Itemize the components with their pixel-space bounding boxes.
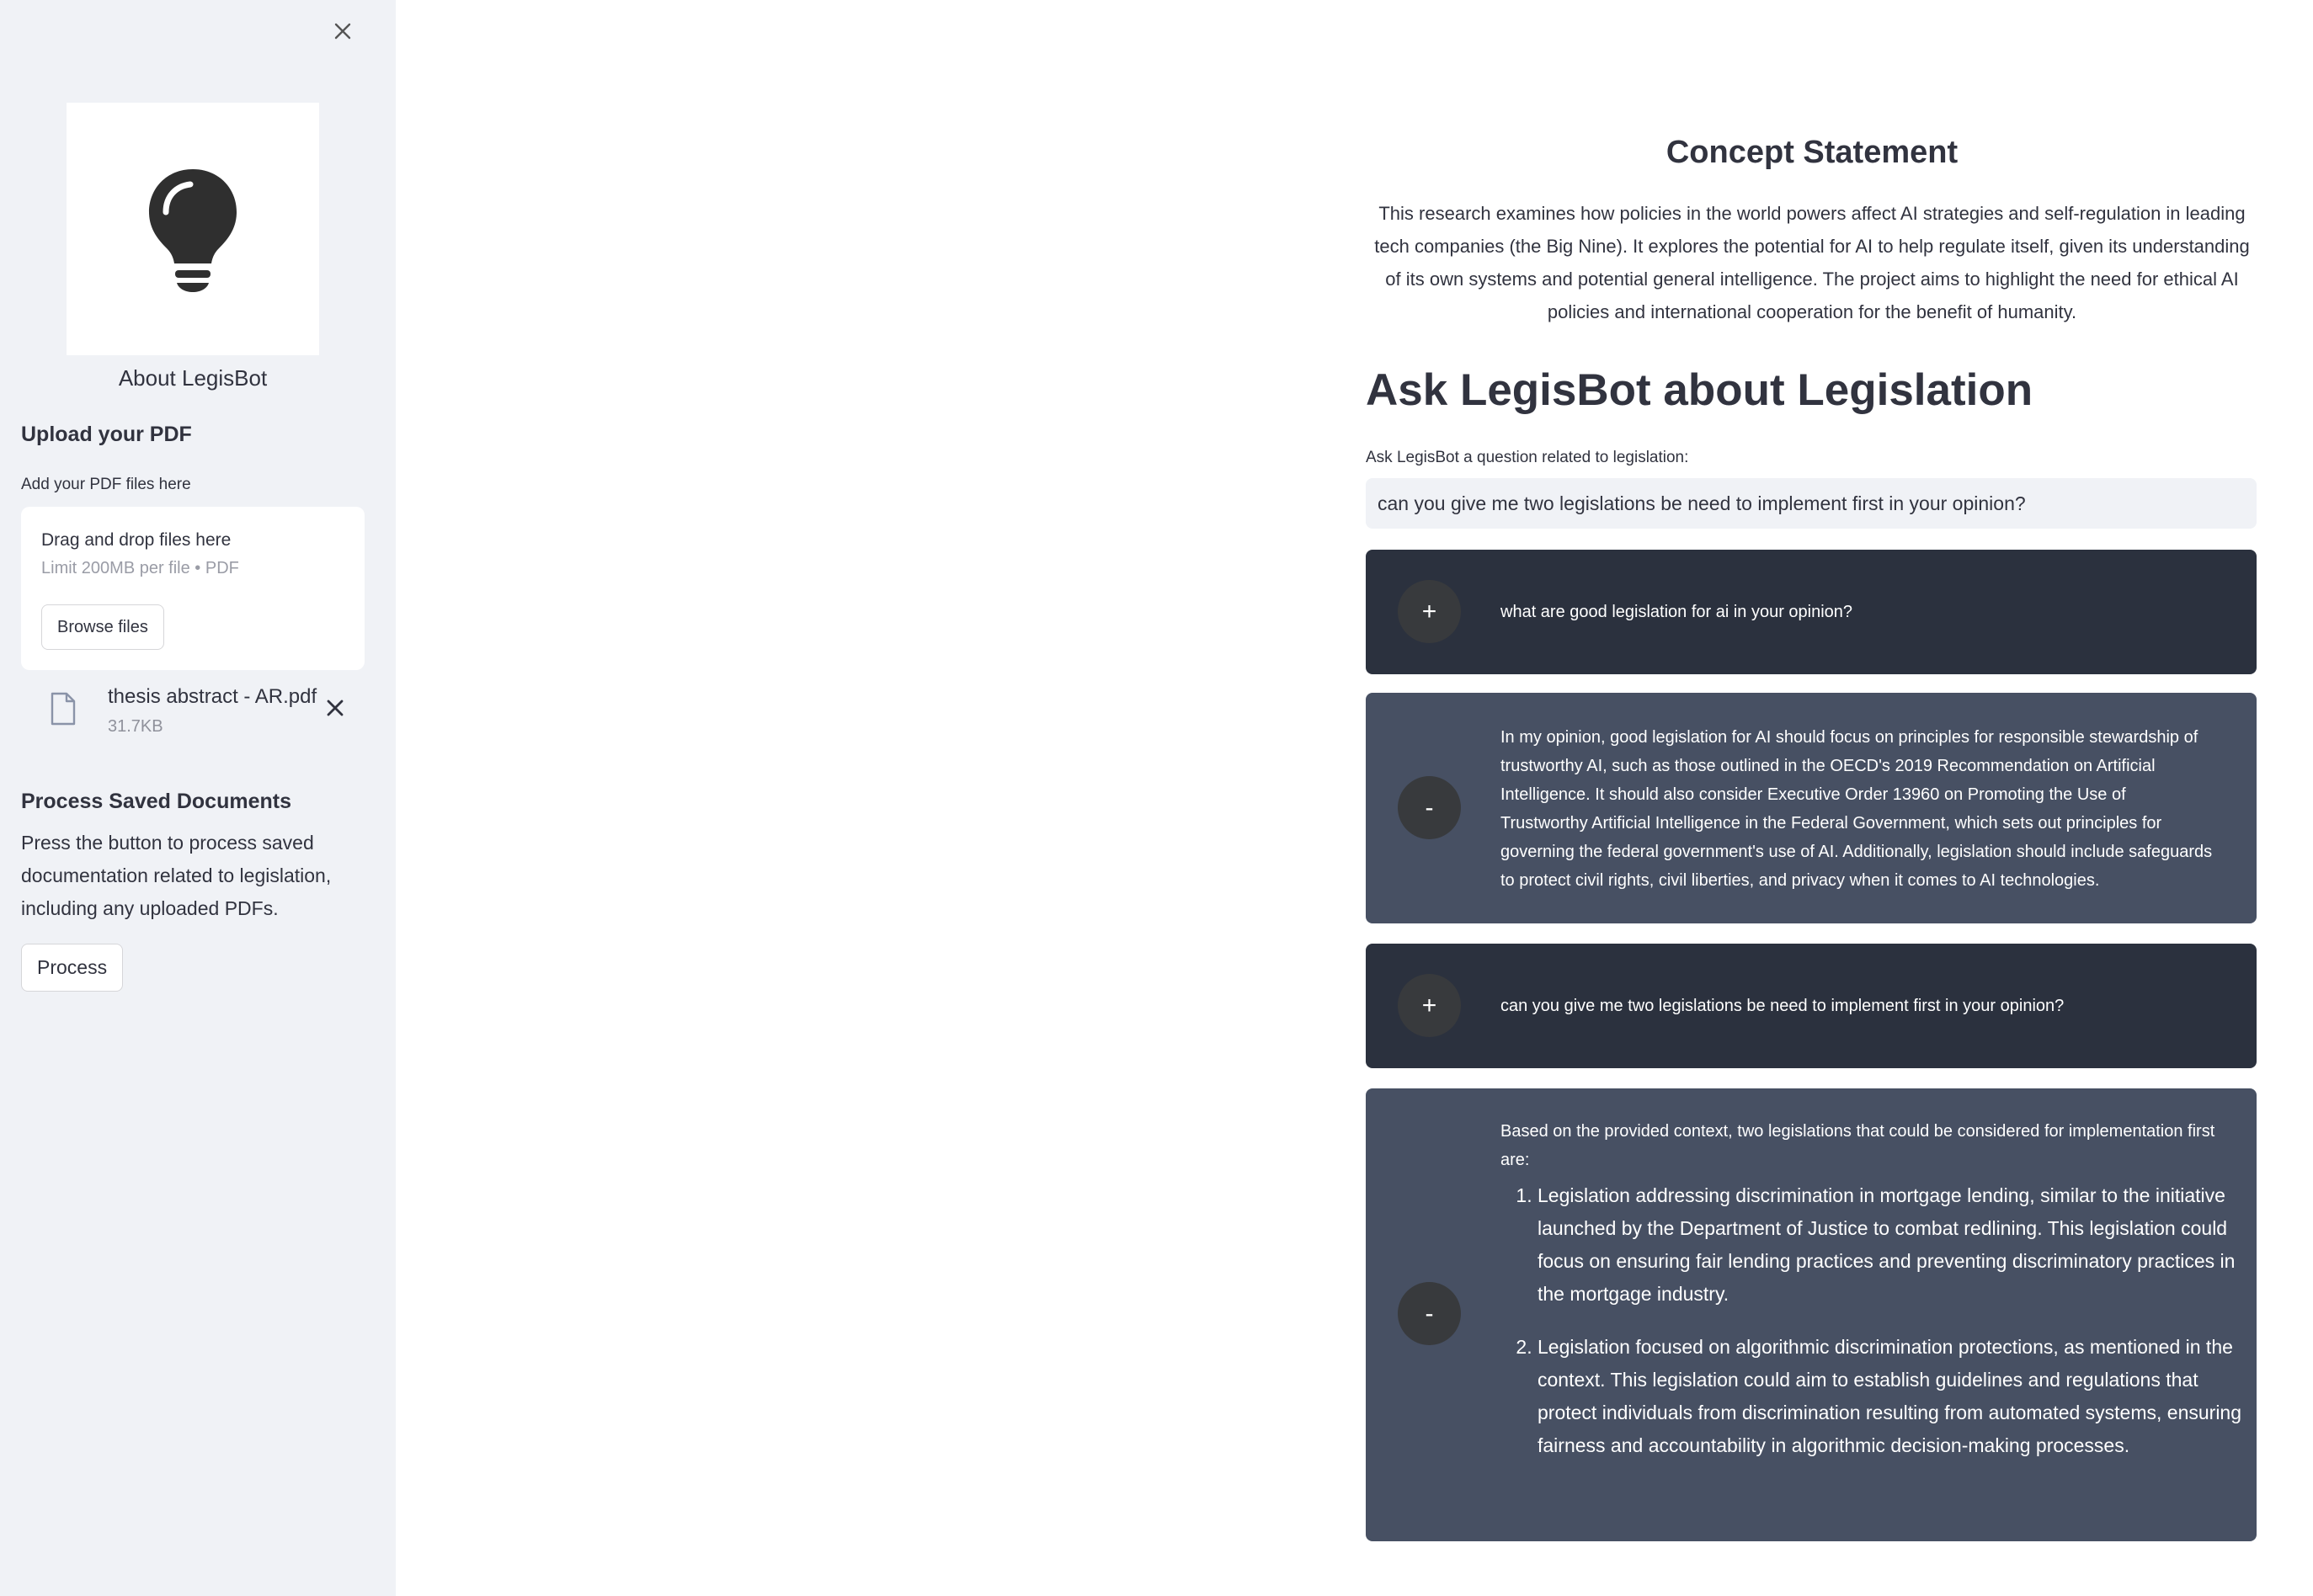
- file-size: 31.7KB: [108, 717, 163, 736]
- bot-avatar: -: [1398, 776, 1461, 839]
- message-text: what are good legislation for ai in your…: [1500, 603, 1853, 621]
- remove-file-icon[interactable]: [324, 697, 346, 719]
- file-dropzone[interactable]: Drag and drop files here Limit 200MB per…: [21, 507, 365, 670]
- bot-message: - In my opinion, good legislation for AI…: [1366, 693, 2257, 923]
- close-icon[interactable]: [330, 19, 355, 44]
- logo: [67, 103, 319, 355]
- uploaded-file: thesis abstract - AR.pdf 31.7KB: [21, 680, 375, 739]
- list-item: Legislation addressing discrimination in…: [1538, 1179, 2253, 1311]
- concept-text: This research examines how policies in t…: [1374, 203, 2250, 322]
- question-input[interactable]: [1366, 478, 2257, 529]
- user-avatar: +: [1398, 974, 1461, 1037]
- dropzone-limit: Limit 200MB per file • PDF: [41, 559, 239, 577]
- user-message: + can you give me two legislations be ne…: [1366, 944, 2257, 1068]
- user-message: + what are good legislation for ai in yo…: [1366, 550, 2257, 674]
- bot-avatar: -: [1398, 1282, 1461, 1345]
- process-button[interactable]: Process: [21, 944, 124, 992]
- process-description: Press the button to process saved docume…: [21, 832, 332, 919]
- answer-list: Legislation addressing discrimination in…: [1500, 1179, 2253, 1482]
- about-label: About LegisBot: [118, 365, 268, 391]
- process-title: Process Saved Documents: [21, 790, 291, 813]
- lightbulb-icon: [149, 169, 237, 292]
- message-text: Based on the provided context, two legis…: [1500, 1122, 2215, 1169]
- upload-label: Add your PDF files here: [21, 476, 191, 493]
- user-avatar: +: [1398, 580, 1461, 643]
- sidebar: About LegisBot Upload your PDF Add your …: [0, 0, 396, 1596]
- upload-title: Upload your PDF: [21, 423, 192, 446]
- file-name: thesis abstract - AR.pdf: [108, 685, 317, 708]
- file-icon: [51, 692, 76, 726]
- list-item: Legislation focused on algorithmic discr…: [1538, 1331, 2253, 1462]
- concept-title: Concept Statement: [1665, 135, 1959, 170]
- dropzone-title: Drag and drop files here: [41, 530, 232, 550]
- message-text: In my opinion, good legislation for AI s…: [1500, 728, 2213, 890]
- ask-label: Ask LegisBot a question related to legis…: [1366, 449, 1689, 466]
- message-text: can you give me two legislations be need…: [1500, 997, 2065, 1015]
- bot-message: - Based on the provided context, two leg…: [1366, 1088, 2257, 1541]
- ask-title: Ask LegisBot about Legislation: [1366, 365, 2033, 415]
- browse-files-button[interactable]: Browse files: [41, 604, 164, 650]
